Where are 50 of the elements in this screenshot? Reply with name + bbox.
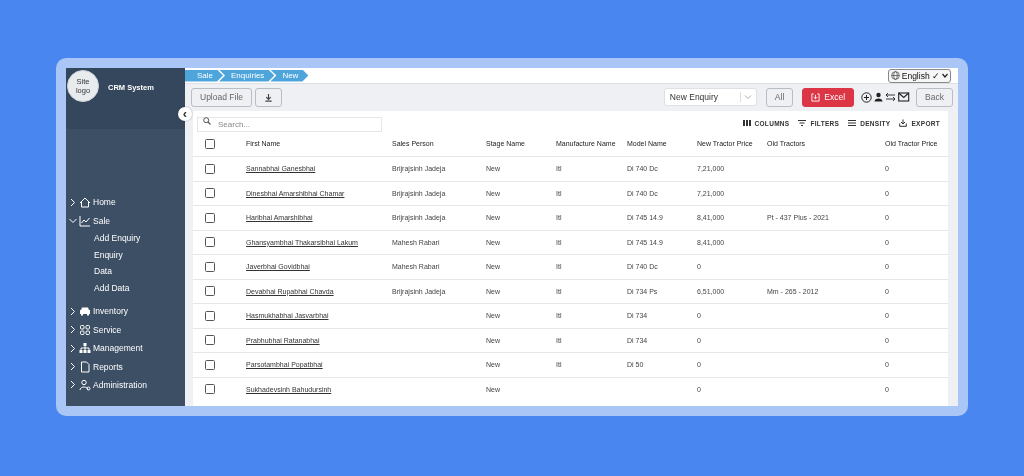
grid-icon [79,323,91,336]
search-icon [203,116,211,125]
swap-icon[interactable] [885,92,897,102]
nav-item[interactable]: Management [66,338,185,358]
row-checkbox[interactable] [205,335,215,346]
download-icon [811,92,821,102]
excel-button[interactable]: Excel [802,87,855,107]
enquiry-select[interactable]: New Enquiry [663,88,757,106]
row-checkbox[interactable] [205,237,215,248]
density-icon [848,119,857,127]
row-checkbox[interactable] [205,310,215,321]
language-select[interactable]: English ✓ [887,68,951,83]
select-all-checkbox[interactable] [205,138,215,149]
globe-icon [890,71,900,80]
caret-icon [942,73,948,78]
org-chart-icon [79,342,91,355]
row-checkbox[interactable] [205,384,215,395]
nav-subitem[interactable]: Enquiry [66,246,185,263]
nav-item[interactable]: Reports [66,357,185,376]
nav-item[interactable]: Home [66,193,185,212]
document-icon [79,360,91,373]
nav-item[interactable]: Service [66,320,185,339]
user-gear-icon [79,378,91,391]
upload-button[interactable]: Upload File [191,87,252,107]
search-field[interactable]: Search... [197,117,382,132]
row-checkbox[interactable] [205,261,215,272]
back-button[interactable]: Back [916,87,953,107]
download-icon [264,92,273,102]
download-button[interactable] [255,87,282,107]
car-icon [79,305,91,318]
row-checkbox[interactable] [205,212,215,223]
user-icon[interactable] [874,92,884,102]
mail-icon[interactable] [898,92,911,102]
row-checkbox[interactable] [205,286,215,297]
all-button[interactable]: All [765,87,794,107]
home-icon [79,196,91,209]
export-icon [899,119,908,127]
nav-subitem[interactable]: Data [66,262,185,280]
row-checkbox[interactable] [205,163,215,174]
filter-icon [798,119,807,127]
row-checkbox[interactable] [205,188,215,199]
columns-icon [742,119,751,127]
add-icon[interactable] [861,91,873,103]
nav-item[interactable]: Administration [66,375,185,395]
row-checkbox[interactable] [205,359,215,370]
nav-subitem[interactable]: Add Enquiry [66,229,185,247]
nav-subitem[interactable]: Add Data [66,279,185,297]
nav-item[interactable]: Inventory [66,302,185,321]
nav-item[interactable]: Sale [66,211,185,230]
line-chart-icon [79,214,91,227]
